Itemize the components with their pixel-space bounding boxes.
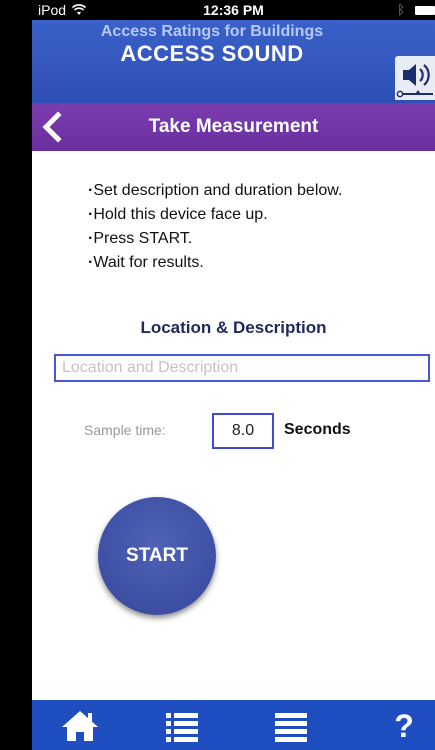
page-title: Take Measurement	[148, 116, 319, 137]
tab-menu[interactable]	[270, 708, 314, 744]
bluetooth-icon: ᛒ	[397, 2, 405, 17]
app-subtitle: Access Ratings for Buildings	[100, 23, 324, 40]
main-content: Set description and duration below. Hold…	[32, 151, 435, 700]
app-header: Access Ratings for Buildings ACCESS SOUN…	[32, 20, 435, 103]
instruction-list: Set description and duration below. Hold…	[88, 179, 342, 275]
instruction-item: Press START.	[88, 227, 342, 251]
sample-time-label: Sample time:	[84, 422, 166, 438]
start-button[interactable]: START	[98, 497, 216, 615]
app-title: ACCESS SOUND	[120, 41, 304, 66]
instruction-item: Wait for results.	[88, 251, 342, 275]
tab-help[interactable]: ?	[382, 708, 426, 744]
status-bar: iPod 12:36 PM ᛒ	[32, 0, 435, 20]
tab-list[interactable]	[160, 708, 204, 744]
tab-bar: ?	[32, 700, 435, 750]
battery-icon	[415, 6, 435, 15]
home-icon	[62, 711, 98, 741]
status-time: 12:36 PM	[203, 2, 264, 18]
instruction-item: Hold this device face up.	[88, 203, 342, 227]
location-description-input[interactable]	[54, 354, 430, 382]
sample-time-input[interactable]	[212, 413, 274, 449]
speaker-logo-icon	[395, 56, 435, 100]
tab-home[interactable]	[58, 708, 102, 744]
menu-icon	[275, 713, 307, 742]
instruction-item: Set description and duration below.	[88, 179, 342, 203]
help-icon: ?	[394, 708, 414, 744]
list-icon	[166, 713, 198, 742]
navigation-bar: Take Measurement	[32, 103, 435, 151]
location-heading: Location & Description	[140, 318, 327, 337]
sample-time-unit: Seconds	[284, 421, 351, 438]
